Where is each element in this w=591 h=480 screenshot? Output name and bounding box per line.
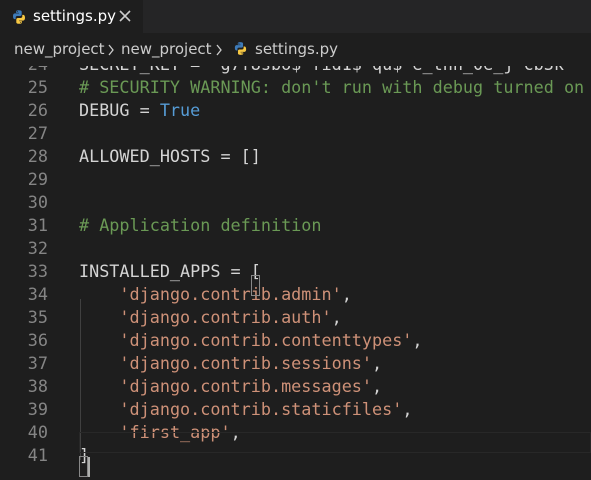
code-line[interactable]: 38 'django.contrib.messages', [0,375,591,398]
code-line[interactable]: 30 [0,191,591,214]
chevron-right-icon [108,44,114,56]
code-token: ALLOWED_HOSTS = [] [79,146,261,166]
line-number: 27 [27,123,48,143]
code-token: # Application definition [79,215,322,235]
bracket-match-highlight [79,456,88,477]
text-cursor [88,457,90,477]
current-line-highlight [79,432,591,453]
code-text: 'django.contrib.auth', [79,306,342,329]
tab-label: settings.py [33,7,116,25]
code-token: , [402,399,413,419]
code-token: 'django.contrib.messages' [119,376,373,396]
line-number: 33 [27,261,48,281]
line-number: 38 [27,376,48,396]
code-line[interactable]: 36 'django.contrib.contenttypes', [0,329,591,352]
line-number: 30 [27,192,48,212]
code-line[interactable]: 37 'django.contrib.sessions', [0,352,591,375]
line-number: 32 [27,238,48,258]
code-token: , [341,284,352,304]
code-token: 'django.contrib.staticfiles' [119,399,403,419]
code-token: SECRET_KEY = 'g7f8sbo$*fid1$^qu$^e_thh_0… [79,66,564,74]
line-number: 41 [27,445,48,465]
code-text: 'django.contrib.admin', [79,283,352,306]
code-token: INSTALLED_APPS = [ [79,261,261,281]
bracket-match-highlight [251,275,260,296]
line-number: 24 [0,66,48,76]
code-line[interactable]: 25 # SECURITY WARNING: don't run with deb… [0,76,591,99]
code-token: # SECURITY WARNING: don't run with debug… [79,77,585,97]
code-line[interactable]: 35 'django.contrib.auth', [0,306,591,329]
code-line[interactable]: 33 INSTALLED_APPS = [ [0,260,591,283]
line-number: 35 [27,307,48,327]
code-line[interactable]: 39 'django.contrib.staticfiles', [0,398,591,421]
code-text: 'django.contrib.staticfiles', [79,398,412,421]
code-text: # SECURITY WARNING: don't run with debug… [79,76,584,99]
code-editor[interactable]: 41] 40 'first_app', 39 'django.contrib.sta… [0,66,591,480]
code-token: , [331,307,342,327]
code-text: 'django.contrib.sessions', [79,352,382,375]
line-number: 29 [27,169,48,189]
code-line[interactable]: 27 [0,122,591,145]
code-line[interactable]: 26 DEBUG = True [0,99,591,122]
breadcrumb-item-project-root[interactable]: new_project [14,40,105,59]
code-line[interactable]: 34 'django.contrib.admin', [0,283,591,306]
line-number: 34 [27,284,48,304]
code-line[interactable]: 24 SECRET_KEY = 'g7f8sbo$*fid1$^qu$^e_thh… [0,66,591,76]
line-number: 31 [27,215,48,235]
tab-bar: settings.py [0,0,591,33]
close-icon[interactable] [118,9,132,23]
line-number: 37 [27,353,48,373]
line-number: 26 [27,100,48,120]
code-text: SECRET_KEY = 'g7f8sbo$*fid1$^qu$^e_thh_0… [79,66,564,76]
code-text: ALLOWED_HOSTS = [] [79,145,261,168]
code-token: 'django.contrib.admin' [119,284,342,304]
code-token: , [372,353,383,373]
breadcrumb: new_project new_project settings.py [0,33,591,66]
code-token: 'django.contrib.contenttypes' [119,330,413,350]
line-number: 39 [27,399,48,419]
code-line[interactable]: 29 [0,168,591,191]
chevron-right-icon [216,44,222,56]
code-token: DEBUG = [79,100,160,120]
code-line[interactable]: 32 [0,237,591,260]
code-token: True [159,100,201,120]
code-token: 'django.contrib.sessions' [119,353,373,373]
code-text: 'django.contrib.contenttypes', [79,329,423,352]
line-number: 25 [27,77,48,97]
line-number: 28 [27,146,48,166]
code-token: 'django.contrib.auth' [119,307,332,327]
python-file-icon [234,42,247,55]
line-number: 40 [27,422,48,442]
breadcrumb-item-project-folder[interactable]: new_project [121,40,212,59]
code-text: DEBUG = True [79,99,200,122]
code-text: INSTALLED_APPS = [ [79,260,261,283]
code-token: , [372,376,383,396]
code-text: # Application definition [79,214,321,237]
line-number: 36 [27,330,48,350]
tab-settings-py[interactable]: settings.py [0,0,143,33]
code-line[interactable]: 28 ALLOWED_HOSTS = [] [0,145,591,168]
breadcrumb-item-file[interactable]: settings.py [255,40,338,59]
code-token: , [412,330,423,350]
python-file-icon [13,10,25,24]
code-text: 'django.contrib.messages', [79,375,382,398]
code-line[interactable]: 31 # Application definition [0,214,591,237]
